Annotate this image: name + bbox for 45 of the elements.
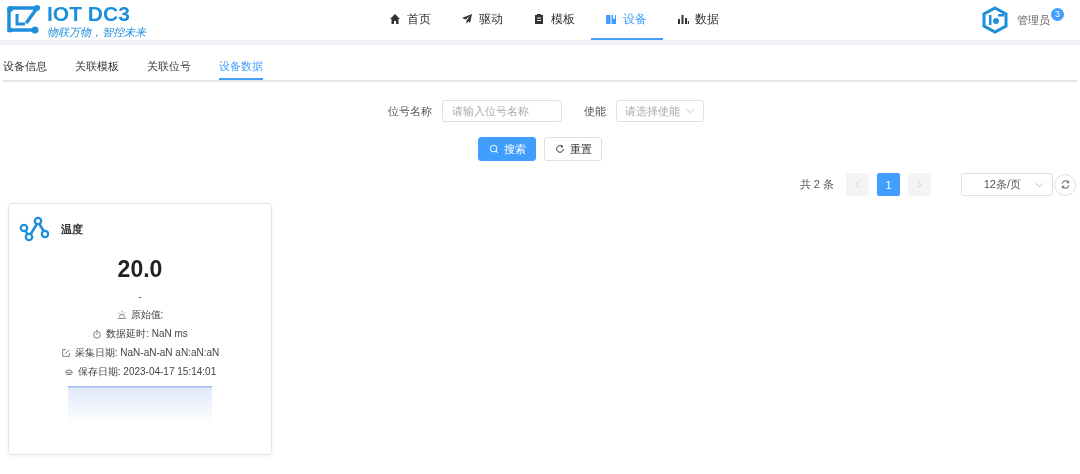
- home-icon: [389, 13, 401, 25]
- input-field[interactable]: 请输入位号名称: [442, 100, 562, 122]
- clipboard-icon: [533, 13, 545, 25]
- nav-tab[interactable]: 驱动: [447, 0, 519, 40]
- refresh-icon: [1059, 179, 1071, 190]
- card-title: 温度: [61, 221, 83, 237]
- sunrise-icon: [116, 309, 127, 320]
- paper-plane-icon: [461, 13, 473, 25]
- tab[interactable]: 关联模板: [75, 55, 119, 80]
- refresh-icon: [554, 144, 565, 154]
- logo-title: IOT DC3: [47, 2, 131, 24]
- logo-icon: [5, 4, 41, 36]
- nav-tab[interactable]: 首页: [375, 0, 447, 40]
- bar-chart-icon: [677, 13, 689, 25]
- tab[interactable]: 关联位号: [147, 55, 191, 80]
- card-detail: 采集日期: NaN-aN-aN aN:aN:aN: [74, 345, 220, 360]
- notification-badge: 3: [1051, 7, 1064, 21]
- logo-slogan: 物联万物，智控未来: [47, 26, 146, 38]
- card-detail: 保存日期: 2023-04-17 15:14:01: [77, 364, 217, 379]
- book-icon: [605, 13, 617, 25]
- nav-tab[interactable]: 数据: [663, 0, 735, 40]
- hexagon-logo-icon: [981, 6, 1009, 34]
- card-unit: -: [138, 291, 142, 302]
- tab[interactable]: 设备信息: [3, 55, 47, 80]
- chevron-down-icon: [686, 108, 695, 114]
- page-size-select[interactable]: 12条/页: [961, 173, 1053, 196]
- field-label: 使能: [584, 103, 606, 119]
- refresh-button[interactable]: [1054, 173, 1076, 196]
- card-value: 20.0: [117, 256, 163, 283]
- card-detail: 原始值:: [130, 307, 164, 322]
- nav-tab[interactable]: 模板: [519, 0, 591, 40]
- total-count: 共 2 条: [799, 177, 834, 192]
- next-page-button[interactable]: [908, 173, 931, 196]
- chevron-down-icon: [1035, 181, 1044, 188]
- search-icon: [488, 144, 499, 154]
- reset-button[interactable]: 重置: [544, 137, 602, 161]
- card-detail: 数据延时: NaN ms: [106, 326, 188, 341]
- nodes-icon: [19, 216, 49, 242]
- chevron-right-icon: [917, 180, 922, 189]
- field-label: 位号名称: [388, 103, 432, 119]
- edit-icon: [60, 347, 71, 358]
- previous-page-button[interactable]: [846, 173, 869, 196]
- chevron-left-icon: [855, 180, 860, 189]
- stopwatch-icon: [92, 328, 103, 339]
- user-name[interactable]: 管理员: [1017, 12, 1050, 28]
